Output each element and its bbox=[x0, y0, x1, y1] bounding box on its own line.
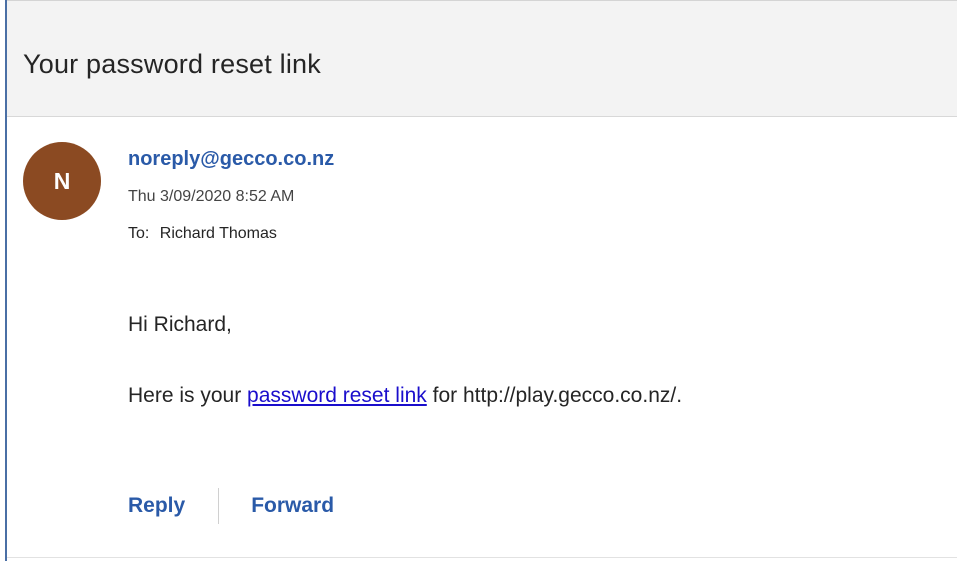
forward-button[interactable]: Forward bbox=[251, 494, 334, 518]
actions-divider bbox=[218, 488, 220, 524]
body-reset-line: Here is your password reset link for htt… bbox=[128, 384, 682, 408]
reply-button[interactable]: Reply bbox=[128, 494, 185, 518]
email-reading-pane: Your password reset link N noreply@gecco… bbox=[0, 0, 957, 561]
sender-address[interactable]: noreply@gecco.co.nz bbox=[128, 148, 334, 171]
bottom-divider bbox=[7, 557, 957, 558]
body-greeting: Hi Richard, bbox=[128, 313, 232, 336]
avatar-initial: N bbox=[53, 167, 71, 194]
email-actions: Reply Forward bbox=[128, 488, 334, 524]
email-datetime: Thu 3/09/2020 8:52 AM bbox=[128, 188, 295, 205]
to-label: To: bbox=[128, 225, 150, 242]
recipient-name[interactable]: Richard Thomas bbox=[160, 225, 277, 242]
body-text-after-link: for http://play.gecco.co.nz/. bbox=[426, 384, 683, 407]
subject-header: Your password reset link bbox=[7, 1, 957, 117]
recipient-line: To: Richard Thomas bbox=[128, 225, 277, 243]
email-subject: Your password reset link bbox=[23, 49, 321, 79]
password-reset-link[interactable]: password reset link bbox=[247, 384, 427, 407]
body-text-before-link: Here is your bbox=[128, 384, 248, 407]
sender-avatar[interactable]: N bbox=[23, 142, 101, 220]
